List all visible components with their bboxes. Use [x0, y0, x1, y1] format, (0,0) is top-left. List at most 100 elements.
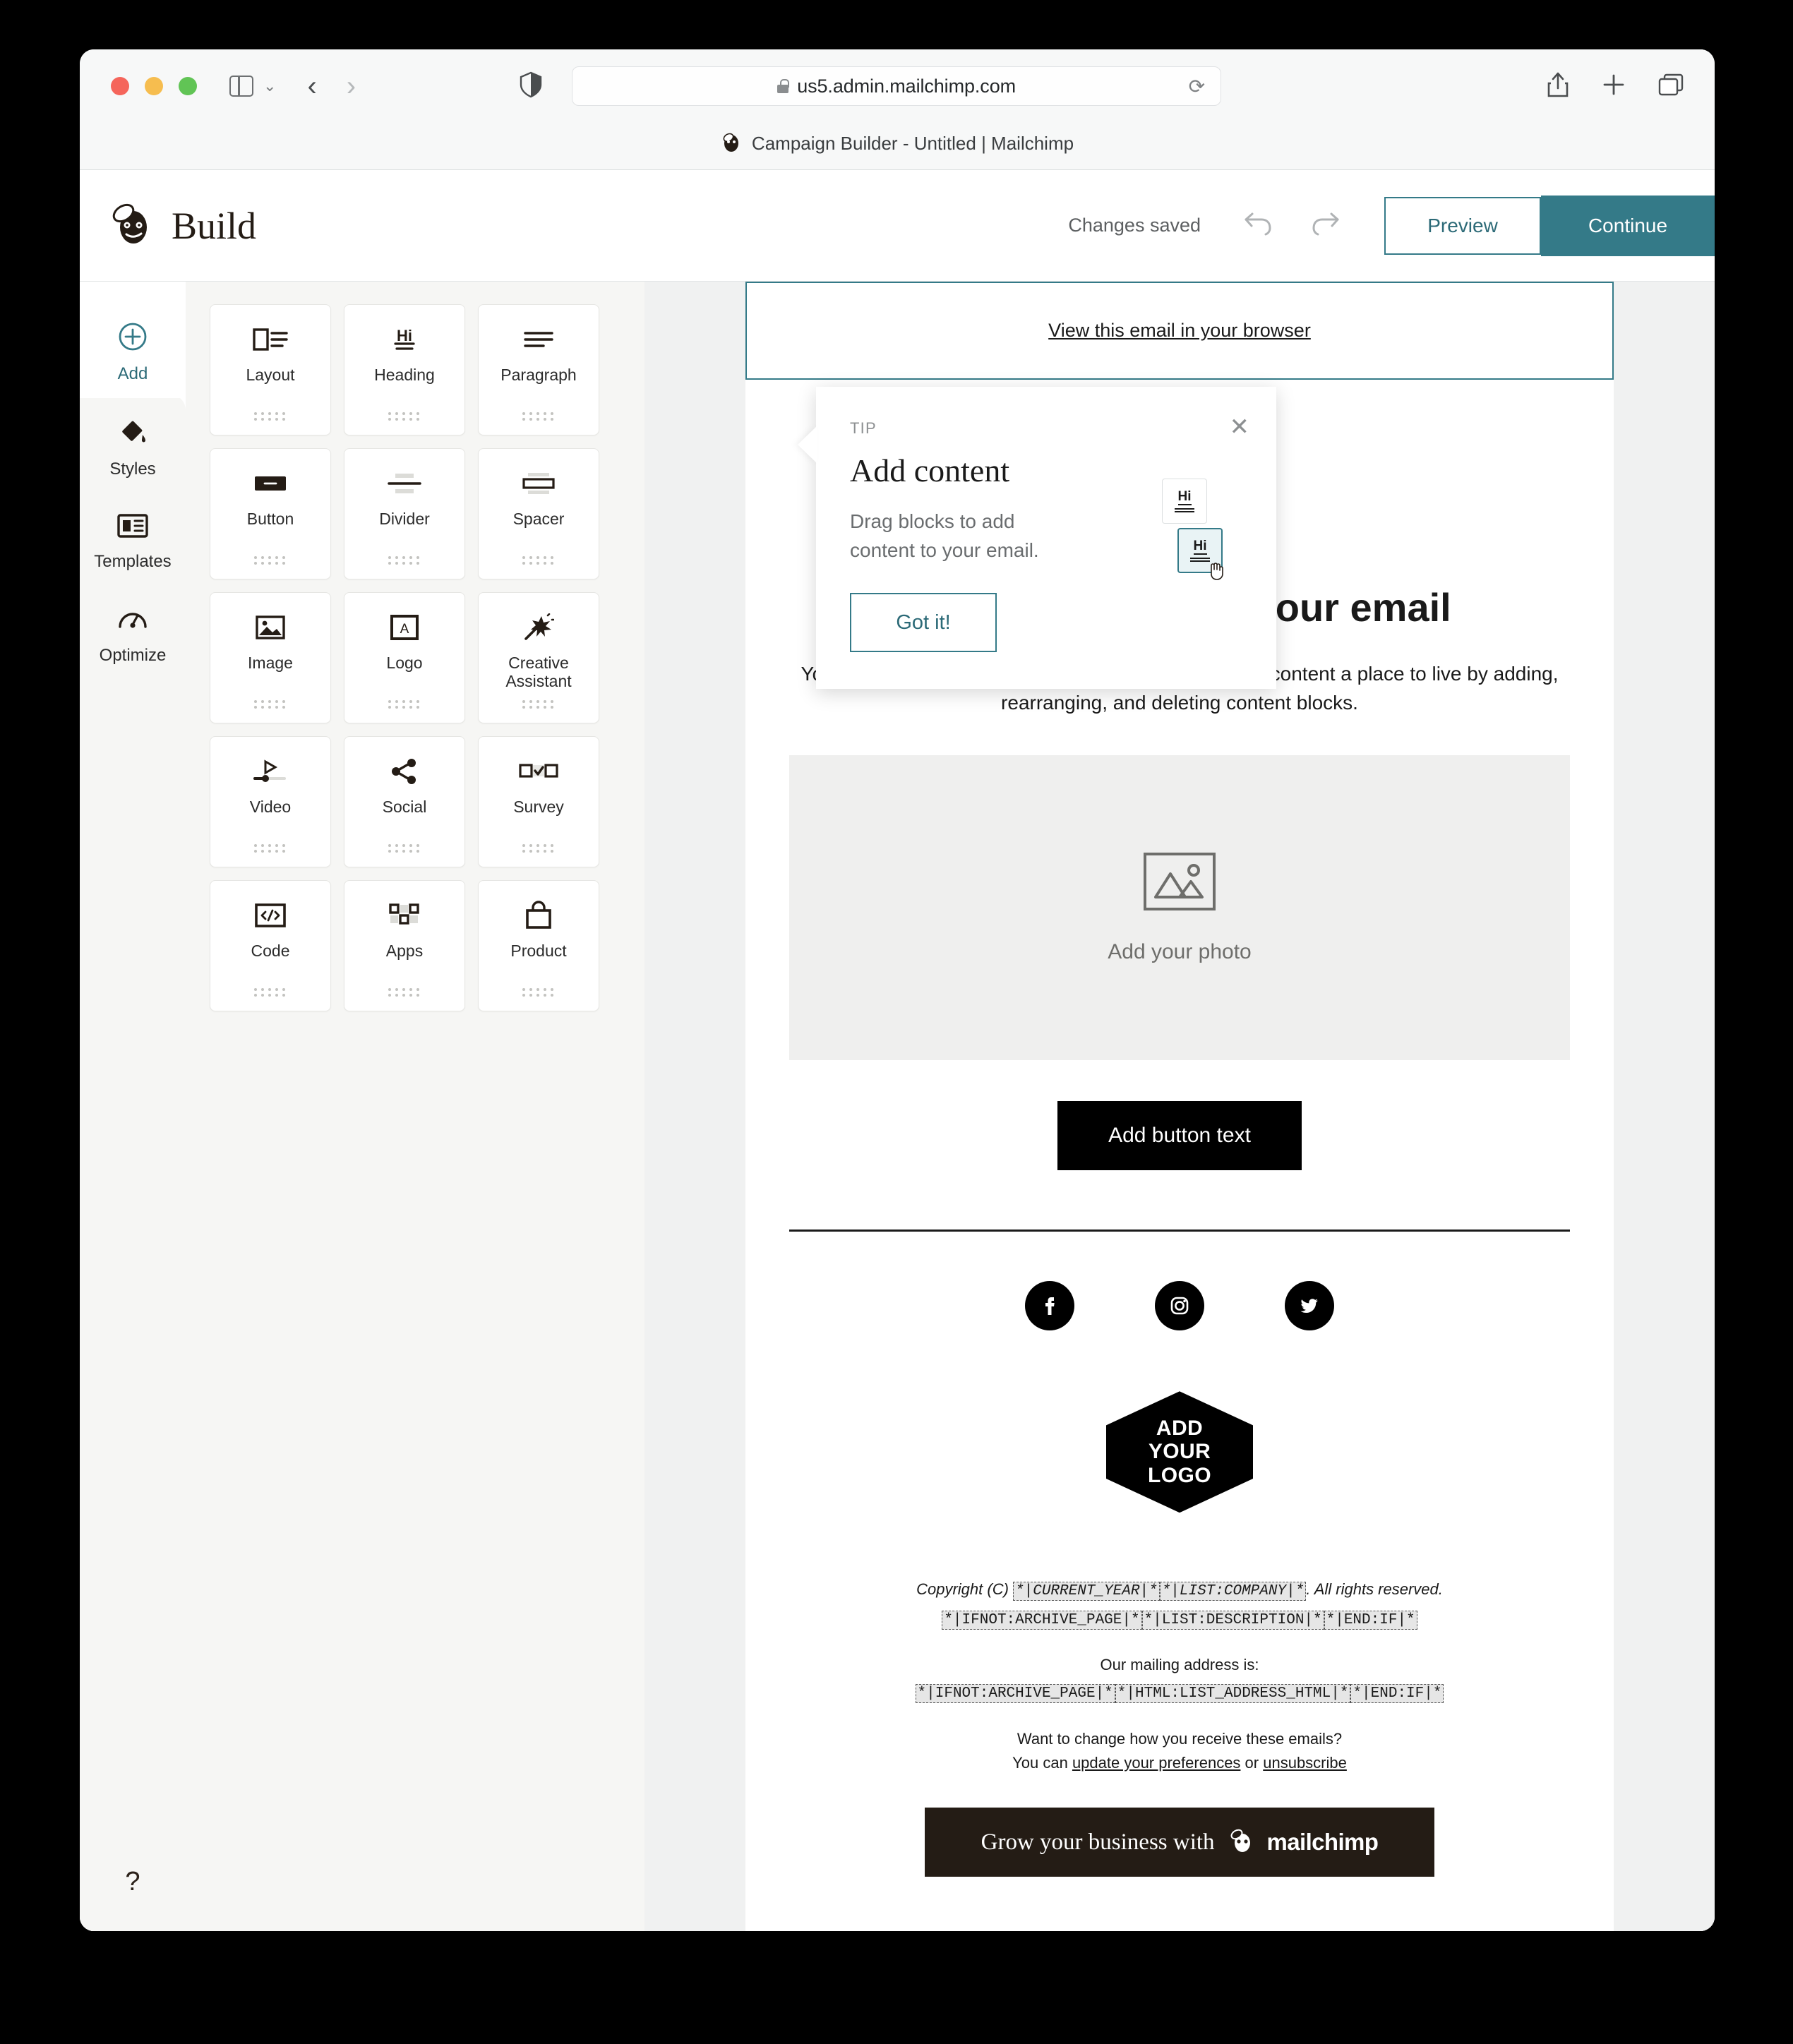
- hi-card-label: Hi: [1177, 488, 1192, 505]
- drag-handle[interactable]: [522, 556, 555, 565]
- forward-chevron-icon[interactable]: ›: [347, 72, 356, 100]
- block-card-paragraph[interactable]: Paragraph: [478, 304, 599, 435]
- sidebar-item-add[interactable]: Add: [80, 303, 186, 398]
- instagram-icon[interactable]: [1155, 1281, 1204, 1331]
- shopping-bag-icon: [524, 899, 553, 932]
- block-card-survey[interactable]: Survey: [478, 736, 599, 867]
- tooltip-body: Drag blocks to add content to your email…: [850, 510, 1039, 561]
- drag-handle[interactable]: [522, 844, 555, 853]
- block-label: Paragraph: [500, 366, 577, 384]
- block-label: Video: [249, 798, 292, 816]
- drag-handle[interactable]: [254, 988, 287, 997]
- block-label: Logo: [386, 654, 423, 672]
- layout-icon: [253, 323, 288, 356]
- left-nav-rail: Add Styles Templates Optimize ?: [80, 282, 186, 1931]
- block-label: Code: [251, 942, 290, 960]
- minimize-window-button[interactable]: [145, 77, 163, 95]
- drag-handle[interactable]: [388, 556, 421, 565]
- drag-handle[interactable]: [254, 844, 287, 853]
- update-preferences-link[interactable]: update your preferences: [1072, 1754, 1241, 1772]
- image-placeholder-block[interactable]: Add your photo: [789, 755, 1570, 1061]
- or-text: or: [1240, 1754, 1264, 1772]
- block-card-logo[interactable]: A Logo: [344, 592, 465, 723]
- facebook-icon[interactable]: [1025, 1281, 1074, 1331]
- redo-arrow-icon[interactable]: [1309, 210, 1341, 241]
- plus-icon[interactable]: [1602, 73, 1626, 100]
- block-card-heading[interactable]: Hi Heading: [344, 304, 465, 435]
- content-blocks-panel: Layout Hi Heading Paragraph Button Divid…: [186, 282, 644, 1931]
- close-icon[interactable]: ✕: [1230, 415, 1250, 439]
- lock-icon: [777, 79, 789, 93]
- sidebar-item-styles[interactable]: Styles: [80, 398, 186, 493]
- block-label: Social: [382, 798, 427, 816]
- tabs-overview-icon[interactable]: [1658, 73, 1684, 100]
- brand: Build: [109, 202, 256, 249]
- drag-handle[interactable]: [388, 700, 421, 709]
- block-card-creative-assistant[interactable]: Creative Assistant: [478, 592, 599, 723]
- maximize-window-button[interactable]: [179, 77, 197, 95]
- sidebar-item-optimize[interactable]: Optimize: [80, 586, 186, 680]
- drag-handle[interactable]: [254, 412, 287, 421]
- image-placeholder-icon: [1143, 852, 1216, 915]
- drag-handle[interactable]: [388, 988, 421, 997]
- drag-handle[interactable]: [254, 700, 287, 709]
- email-footer-text[interactable]: Copyright (C) *|CURRENT_YEAR|* *|LIST:COM…: [781, 1577, 1578, 1775]
- preview-button[interactable]: Preview: [1384, 196, 1541, 255]
- block-card-button[interactable]: Button: [210, 448, 331, 579]
- block-label: Survey: [513, 798, 564, 816]
- drag-handle[interactable]: [388, 844, 421, 853]
- chevron-down-icon[interactable]: ⌄: [263, 78, 276, 94]
- reload-icon[interactable]: ⟳: [1189, 75, 1205, 98]
- mailchimp-promo-banner[interactable]: Grow your business with mailchimp: [925, 1808, 1434, 1877]
- back-chevron-icon[interactable]: ‹: [307, 72, 316, 100]
- block-card-code[interactable]: Code: [210, 880, 331, 1011]
- view-in-browser-link[interactable]: View this email in your browser: [1048, 320, 1311, 342]
- address-bar[interactable]: us5.admin.mailchimp.com ⟳: [572, 66, 1222, 106]
- block-card-layout[interactable]: Layout: [210, 304, 331, 435]
- mailchimp-freddie-logo: [109, 202, 153, 249]
- privacy-shield-icon[interactable]: [520, 71, 542, 102]
- email-cta-button[interactable]: Add button text: [1057, 1101, 1302, 1171]
- sidebar-item-label: Templates: [94, 552, 172, 571]
- share-icon[interactable]: [1547, 72, 1569, 101]
- block-card-image[interactable]: Image: [210, 592, 331, 723]
- help-button[interactable]: ?: [125, 1867, 140, 1897]
- merge-tag-endif: *|END:IF|*: [1324, 1610, 1417, 1630]
- merge-tag-current-year: *|CURRENT_YEAR|*: [1013, 1582, 1160, 1601]
- close-window-button[interactable]: [111, 77, 129, 95]
- block-label: Heading: [374, 366, 435, 384]
- drag-handle[interactable]: [522, 988, 555, 997]
- social-links: [745, 1281, 1614, 1331]
- block-card-apps[interactable]: Apps: [344, 880, 465, 1011]
- drag-handle[interactable]: [388, 412, 421, 421]
- sidebar-toggle-icon[interactable]: [229, 76, 253, 97]
- unsubscribe-link[interactable]: unsubscribe: [1263, 1754, 1347, 1772]
- drag-handle[interactable]: [254, 556, 287, 565]
- continue-button[interactable]: Continue: [1541, 195, 1715, 256]
- block-card-spacer[interactable]: Spacer: [478, 448, 599, 579]
- undo-arrow-icon[interactable]: [1243, 210, 1274, 241]
- footer-logo-placeholder[interactable]: ADD YOUR LOGO: [1106, 1391, 1253, 1513]
- logo-letter-a-icon: A: [390, 611, 419, 644]
- drag-handle[interactable]: [522, 412, 555, 421]
- hi-card-static: Hi: [1162, 479, 1207, 524]
- twitter-icon[interactable]: [1285, 1281, 1334, 1331]
- block-card-social[interactable]: Social: [344, 736, 465, 867]
- mailchimp-freddie-logo-small: [1229, 1829, 1253, 1856]
- copyright-prefix: Copyright (C): [916, 1580, 1014, 1599]
- plus-circle-icon: [117, 321, 148, 356]
- window-controls[interactable]: [111, 77, 197, 95]
- drag-handle[interactable]: [522, 700, 555, 709]
- copyright-suffix: . All rights reserved.: [1306, 1580, 1443, 1599]
- block-card-video[interactable]: Video: [210, 736, 331, 867]
- preheader-block[interactable]: View this email in your browser: [745, 282, 1614, 380]
- mailing-address-label: Our mailing address is:: [1100, 1656, 1259, 1674]
- sidebar-item-templates[interactable]: Templates: [80, 493, 186, 586]
- block-card-product[interactable]: Product: [478, 880, 599, 1011]
- block-card-divider[interactable]: Divider: [344, 448, 465, 579]
- content-blocks-grid: Layout Hi Heading Paragraph Button Divid…: [210, 304, 620, 1011]
- merge-tag-address-html: *|HTML:LIST_ADDRESS_HTML|*: [1115, 1684, 1351, 1704]
- button-icon: [252, 467, 289, 500]
- got-it-button[interactable]: Got it!: [850, 593, 997, 653]
- sidebar-item-label: Optimize: [99, 646, 167, 665]
